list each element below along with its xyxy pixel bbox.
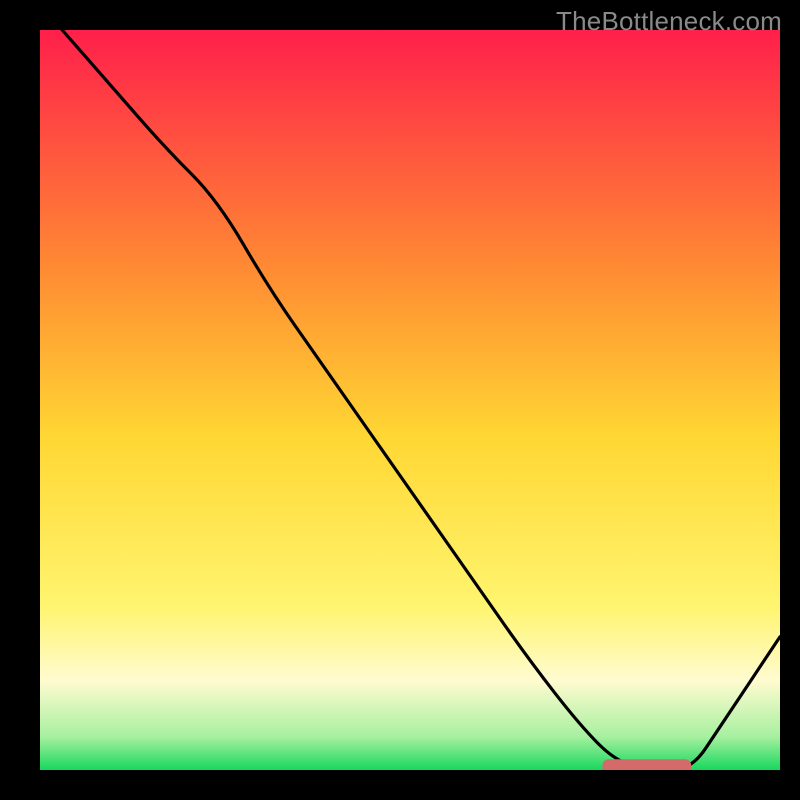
chart-frame: TheBottleneck.com	[0, 0, 800, 800]
optimum-marker	[602, 759, 691, 770]
bottleneck-curve	[62, 30, 780, 770]
plot-area	[40, 30, 780, 770]
curve-layer	[40, 30, 780, 770]
